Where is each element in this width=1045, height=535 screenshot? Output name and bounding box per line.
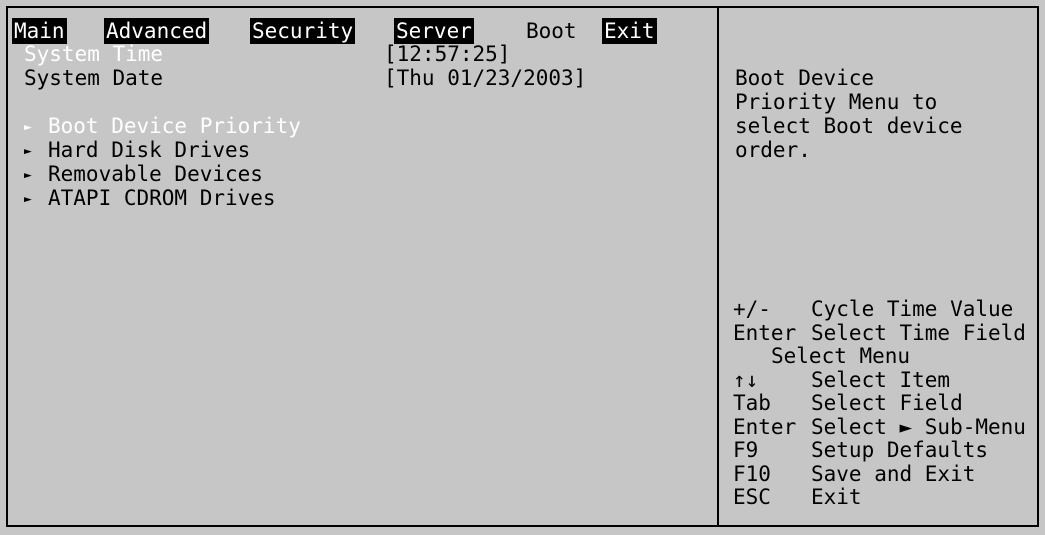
tab-main[interactable]: Main [12, 18, 67, 44]
key-label: Enter [733, 320, 797, 345]
tab-advanced[interactable]: Advanced [104, 18, 210, 44]
key-label: ESC [733, 485, 771, 509]
submenu-removable-devices[interactable]: ► Removable Devices [24, 162, 263, 188]
key-label: Tab [733, 391, 771, 415]
system-date-value[interactable]: [Thu 01/23/2003] [384, 66, 586, 90]
key-label: F10 [733, 461, 771, 486]
submenu-label: Boot Device Priority [48, 114, 301, 138]
key-description: Select Item [811, 367, 951, 392]
key-description: Exit [811, 485, 862, 509]
tab-security[interactable]: Security [250, 18, 356, 44]
submenu-label: ATAPI CDROM Drives [48, 186, 276, 210]
key-row: +/- Cycle Time Value [733, 297, 1038, 322]
system-date-label: System Date [24, 66, 164, 90]
key-row: ESC Exit [733, 485, 1038, 510]
system-time-row[interactable]: System Time [24, 42, 163, 66]
help-text: Boot Device Priority Menu to select Boot… [735, 66, 963, 162]
key-legend: +/- Cycle Time Value Enter Select Time Fie… [733, 297, 1038, 510]
submenu-atapi-cdrom-drives[interactable]: ► ATAPI CDROM Drives [24, 186, 276, 212]
key-row: F9 Setup Defaults [733, 438, 1038, 463]
key-row: Select Menu [733, 344, 1038, 369]
right-triangle-icon: ► [24, 144, 32, 159]
key-description: Select Time Field [811, 320, 1026, 345]
key-description: Select Menu [771, 344, 911, 368]
key-row: Enter Select ► Sub-Menu [733, 414, 1038, 440]
tab-server[interactable]: Server [394, 18, 474, 44]
menu-bar: Main Advanced Security Server Boot Exit [12, 18, 692, 44]
tab-boot[interactable]: Boot [524, 18, 579, 44]
key-label: +/- [733, 297, 771, 321]
submenu-label: Hard Disk Drives [48, 138, 251, 162]
key-label: Enter [733, 414, 797, 439]
right-triangle-icon: ► [24, 120, 32, 135]
key-label: F9 [733, 438, 759, 462]
right-triangle-icon: ► [24, 192, 32, 207]
key-description: Select Field [811, 391, 963, 415]
key-description: Setup Defaults [811, 438, 989, 462]
key-description: Select ► Sub-Menu [811, 414, 1026, 439]
key-row: Enter Select Time Field [733, 320, 1038, 346]
key-row: Tab Select Field [733, 391, 1038, 416]
system-date-row[interactable]: System Date [24, 66, 163, 90]
right-triangle-icon: ► [24, 168, 32, 183]
key-description: Cycle Time Value [811, 297, 1014, 321]
key-description: Save and Exit [811, 461, 976, 486]
submenu-label: Removable Devices [48, 162, 263, 186]
key-row: F10 Save and Exit [733, 461, 1038, 487]
key-row: ↑↓ Select Item [733, 367, 1038, 393]
key-label: ↑↓ [733, 367, 759, 392]
bios-screen: Main Advanced Security Server Boot Exit … [0, 0, 1045, 535]
submenu-hard-disk-drives[interactable]: ► Hard Disk Drives [24, 138, 250, 164]
system-time-label: System Time [24, 42, 164, 66]
panel-divider [717, 6, 719, 527]
tab-exit[interactable]: Exit [602, 18, 657, 44]
submenu-boot-device-priority[interactable]: ► Boot Device Priority [24, 114, 301, 140]
system-time-value[interactable]: [12:57:25] [384, 42, 510, 66]
